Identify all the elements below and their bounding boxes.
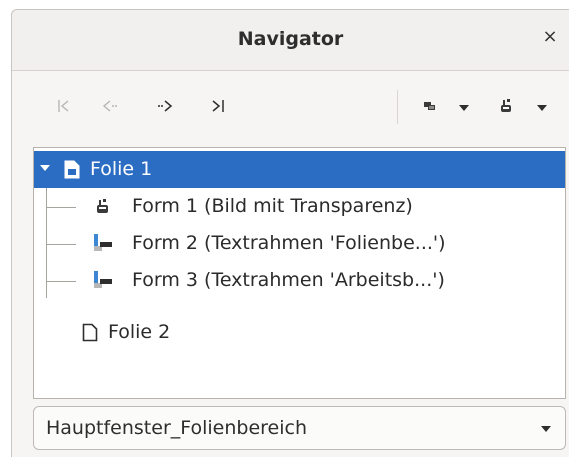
tree-item-label: Form 1 (Bild mit Transparenz) (132, 195, 413, 217)
next-slide-button[interactable] (151, 92, 179, 120)
text-frame-icon (94, 234, 112, 251)
document-select-value: Hauptfenster_Folienbereich (46, 417, 308, 439)
shapes-icon (501, 99, 511, 112)
first-icon (58, 100, 69, 112)
tree-item-form-2[interactable]: Form 2 (Textrahmen 'Folienbe...') (34, 225, 565, 262)
document-select[interactable]: Hauptfenster_Folienbereich (33, 406, 566, 450)
title-bar: Navigator × (12, 10, 569, 71)
first-slide-button[interactable] (50, 92, 78, 120)
tree-item-label: Folie 1 (90, 158, 153, 180)
next-icon (158, 100, 173, 112)
image-shape-icon (97, 199, 108, 213)
tree-item-folie-1[interactable]: Folie 1 (34, 151, 565, 188)
drag-mode-icon (424, 102, 435, 110)
toolbar-separator (397, 90, 398, 124)
expand-arrow-icon[interactable] (40, 165, 50, 173)
slide-icon (82, 323, 98, 342)
navigation-toolbar (12, 70, 569, 140)
shapes-button[interactable] (492, 92, 520, 120)
previous-slide-button[interactable] (96, 92, 124, 120)
close-icon[interactable]: × (538, 26, 562, 47)
last-icon (212, 100, 224, 112)
shapes-dropdown-arrow[interactable] (537, 105, 547, 111)
tree-item-form-1[interactable]: Form 1 (Bild mit Transparenz) (34, 188, 565, 225)
tree-item-label: Form 2 (Textrahmen 'Folienbe...') (132, 232, 446, 254)
tree-item-form-3[interactable]: Form 3 (Textrahmen 'Arbeitsb...') (34, 262, 565, 299)
text-frame-icon (94, 271, 112, 288)
tree-item-label: Form 3 (Textrahmen 'Arbeitsb...') (132, 269, 445, 291)
drag-mode-button[interactable] (416, 92, 444, 120)
tree-item-folie-2[interactable]: Folie 2 (34, 314, 565, 351)
previous-icon (102, 100, 117, 112)
navigator-tree: Folie 1 Form 1 (Bild mit Transparenz) Fo… (33, 147, 566, 399)
last-slide-button[interactable] (204, 92, 232, 120)
navigator-panel: Navigator × Folie 1 Form 1 (Bild mit Tra… (11, 9, 569, 457)
tree-item-label: Folie 2 (108, 321, 171, 343)
window-title: Navigator (237, 28, 344, 50)
chevron-down-icon[interactable] (541, 426, 551, 432)
slide-icon (64, 160, 80, 179)
drag-mode-dropdown-arrow[interactable] (459, 105, 469, 111)
